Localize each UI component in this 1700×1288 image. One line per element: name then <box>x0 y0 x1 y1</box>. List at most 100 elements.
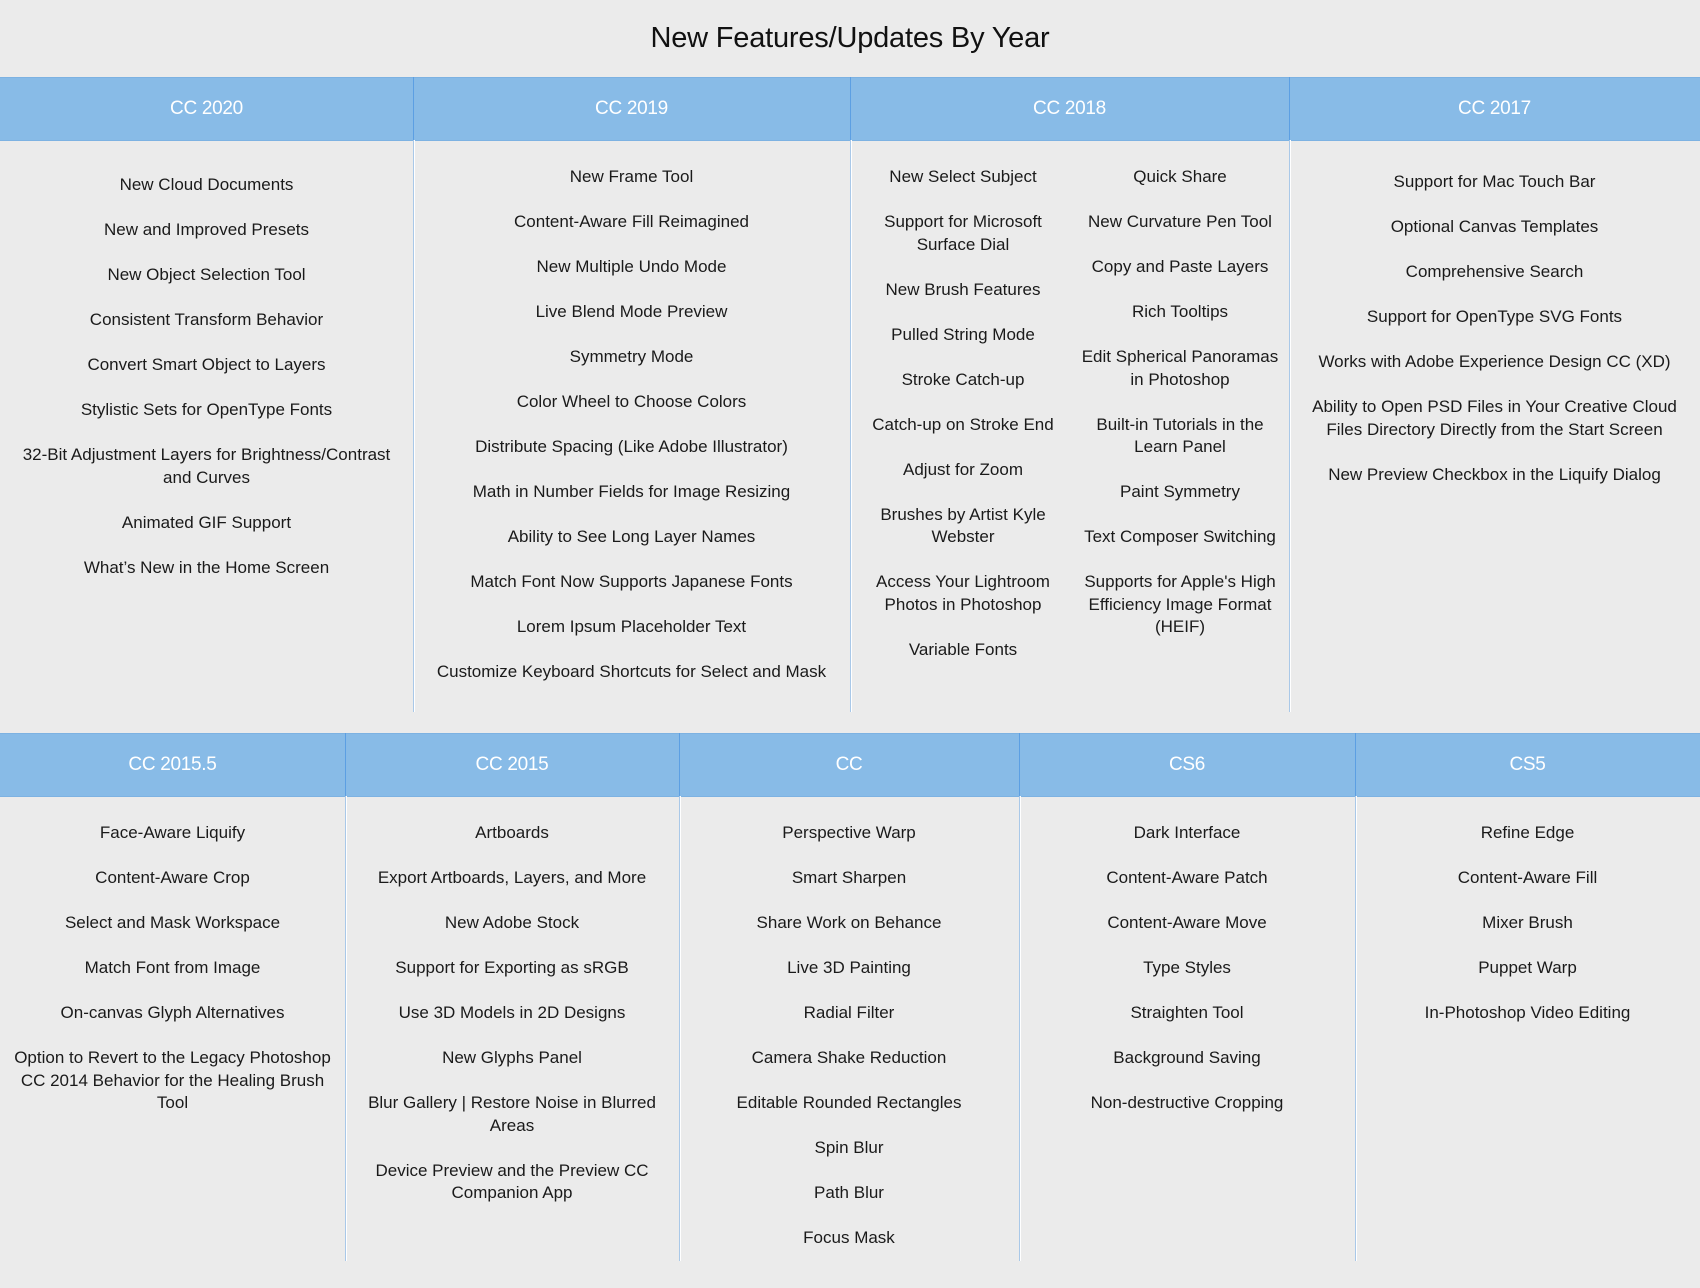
feature-item: Content-Aware Move <box>1107 913 1267 932</box>
column-header-cs5: CS5 <box>1509 754 1546 775</box>
feature-item: Quick Share <box>1133 167 1227 186</box>
feature-item: Built-in Tutorials in the Learn Panel <box>1096 414 1264 457</box>
feature-item: Mixer Brush <box>1482 913 1573 932</box>
feature-list-cc-2015-5: Face-Aware Liquify Content-Aware Crop Sele… <box>0 822 345 1137</box>
feature-list-cc-2020: New Cloud Documents New and Improved Pres… <box>0 174 413 602</box>
feature-item: Comprehensive Search <box>1405 262 1584 281</box>
feature-item: Paint Symmetry <box>1120 482 1240 501</box>
feature-item: New Cloud Documents <box>119 175 294 194</box>
feature-item: Convert Smart Object to Layers <box>87 355 326 374</box>
page-title: New Features/Updates By Year <box>650 22 1050 54</box>
feature-item: Blur Gallery | Restore Noise in Blurred … <box>368 1093 656 1135</box>
feature-item: In-Photoshop Video Editing <box>1424 1003 1631 1022</box>
feature-item: Support for Microsoft Surface Dial <box>884 212 1042 254</box>
feature-item: Puppet Warp <box>1478 958 1577 977</box>
feature-item: Supports for Apple's High Efficiency Ima… <box>1084 572 1276 636</box>
feature-item: Lorem Ipsum Placeholder Text <box>516 617 747 636</box>
feature-item: Non-destructive Cropping <box>1090 1093 1284 1112</box>
header-divider <box>1019 733 1020 796</box>
header-divider <box>1289 77 1290 140</box>
feature-item: Brushes by Artist Kyle Webster <box>880 504 1046 547</box>
feature-item: Use 3D Models in 2D Designs <box>398 1003 626 1022</box>
header-divider <box>850 77 851 140</box>
feature-item: Path Blur <box>814 1183 884 1202</box>
feature-item: Consistent Transform Behavior <box>89 310 324 329</box>
feature-item: Focus Mask <box>803 1228 895 1247</box>
feature-item: Color Wheel to Choose Colors <box>516 392 747 411</box>
feature-item: New Frame Tool <box>569 167 694 186</box>
feature-item: Text Composer Switching <box>1084 527 1276 546</box>
feature-list-cc-2019: New Frame Tool Content-Aware Fill Reimagi… <box>413 166 850 706</box>
feature-list-cc-2017: Support for Mac Touch Bar Optional Canvas… <box>1289 171 1700 509</box>
feature-item: Distribute Spacing (Like Adobe Illustrat… <box>475 437 788 456</box>
feature-item: Animated GIF Support <box>121 512 292 532</box>
feature-item: Match Font Now Supports Japanese Fonts <box>470 572 793 591</box>
feature-item: New Brush Features <box>885 279 1041 299</box>
column-divider <box>850 140 851 712</box>
feature-item: New Preview Checkbox in the Liquify Dial… <box>1328 464 1661 484</box>
feature-item: Access Your Lightroom Photos in Photosho… <box>876 572 1050 614</box>
feature-item: On-canvas Glyph Alternatives <box>60 1003 285 1022</box>
feature-item: Option to Revert to the Legacy Photoshop… <box>14 1048 331 1112</box>
feature-list-cc-2018-left: New Select Subject Support for Microsoft … <box>860 166 1066 684</box>
feature-item: Support for OpenType SVG Fonts <box>1366 307 1623 326</box>
feature-item: Ability to Open PSD Files in Your Creati… <box>1312 397 1677 439</box>
feature-item: Adjust for Zoom <box>903 459 1023 479</box>
feature-item: Support for Mac Touch Bar <box>1393 172 1596 191</box>
feature-item: New Multiple Undo Mode <box>536 257 727 276</box>
feature-item: Edit Spherical Panoramas in Photoshop <box>1081 347 1279 389</box>
column-header-cc-2015: CC 2015 <box>475 754 549 775</box>
feature-item: Device Preview and the Preview CC Compan… <box>375 1160 649 1203</box>
feature-item: Content-Aware Fill <box>1457 868 1598 887</box>
feature-item: Radial Filter <box>803 1003 895 1022</box>
header-divider <box>413 77 414 140</box>
feature-item: Dark Interface <box>1133 823 1241 842</box>
feature-item: Export Artboards, Layers, and More <box>377 868 647 887</box>
feature-list-cs5: Refine Edge Content-Aware Fill Mixer Brush… <box>1355 822 1700 1047</box>
feature-item: Live 3D Painting <box>787 958 911 977</box>
feature-item: Math in Number Fields for Image Resizing <box>472 482 791 501</box>
feature-item: Perspective Warp <box>782 823 916 842</box>
feature-list-cc-2015: Artboards Export Artboards, Layers, and M… <box>345 822 679 1227</box>
feature-item: Refine Edge <box>1480 823 1575 842</box>
feature-item: Copy and Paste Layers <box>1091 257 1269 276</box>
feature-item: Content-Aware Crop <box>95 868 250 887</box>
header-divider <box>679 733 680 796</box>
feature-item: New Curvature Pen Tool <box>1088 212 1272 231</box>
feature-item: Select and Mask Workspace <box>64 913 281 932</box>
feature-item: Editable Rounded Rectangles <box>736 1093 962 1112</box>
feature-item: New Adobe Stock <box>444 913 580 932</box>
feature-item: Optional Canvas Templates <box>1390 217 1599 236</box>
feature-item: Type Styles <box>1143 958 1231 977</box>
column-header-cc: CC <box>835 754 863 775</box>
feature-list-cc-2018-right: Quick Share New Curvature Pen Tool Copy an… <box>1070 166 1290 661</box>
feature-item: New Glyphs Panel <box>442 1048 582 1067</box>
feature-item: Spin Blur <box>814 1138 884 1157</box>
feature-item: Rich Tooltips <box>1131 302 1229 321</box>
column-header-cc-2017: CC 2017 <box>1458 98 1531 119</box>
column-header-cc-2019: CC 2019 <box>595 98 668 119</box>
feature-item: Live Blend Mode Preview <box>535 302 728 321</box>
header-band-bottom: CC 2015.5 CC 2015 CC CS6 CS5 <box>0 733 1700 797</box>
feature-item: Works with Adobe Experience Design CC (X… <box>1318 352 1671 371</box>
feature-item: Match Font from Image <box>84 958 261 977</box>
column-header-cc-2018: CC 2018 <box>1033 98 1106 119</box>
feature-item: Face-Aware Liquify <box>99 823 246 842</box>
feature-item: Camera Shake Reduction <box>751 1048 947 1067</box>
feature-item: Share Work on Behance <box>756 913 942 932</box>
feature-item: Symmetry Mode <box>569 347 694 366</box>
feature-item: Content-Aware Patch <box>1106 868 1268 887</box>
feature-item: Background Saving <box>1113 1048 1261 1067</box>
feature-item: Pulled String Mode <box>891 324 1035 344</box>
feature-item: New Object Selection Tool <box>107 265 306 284</box>
header-divider <box>345 733 346 796</box>
column-header-cs6: CS6 <box>1168 754 1206 775</box>
feature-item: 32-Bit Adjustment Layers for Brightness/… <box>22 445 391 487</box>
feature-item: Stroke Catch-up <box>901 369 1025 389</box>
feature-item: Variable Fonts <box>908 639 1018 659</box>
feature-item: What’s New in the Home Screen <box>83 557 330 577</box>
feature-item: Catch-up on Stroke End <box>872 414 1054 434</box>
feature-item: Artboards <box>475 823 549 842</box>
feature-list-cs6: Dark Interface Content-Aware Patch Content… <box>1019 822 1355 1137</box>
feature-item: New and Improved Presets <box>103 220 310 239</box>
